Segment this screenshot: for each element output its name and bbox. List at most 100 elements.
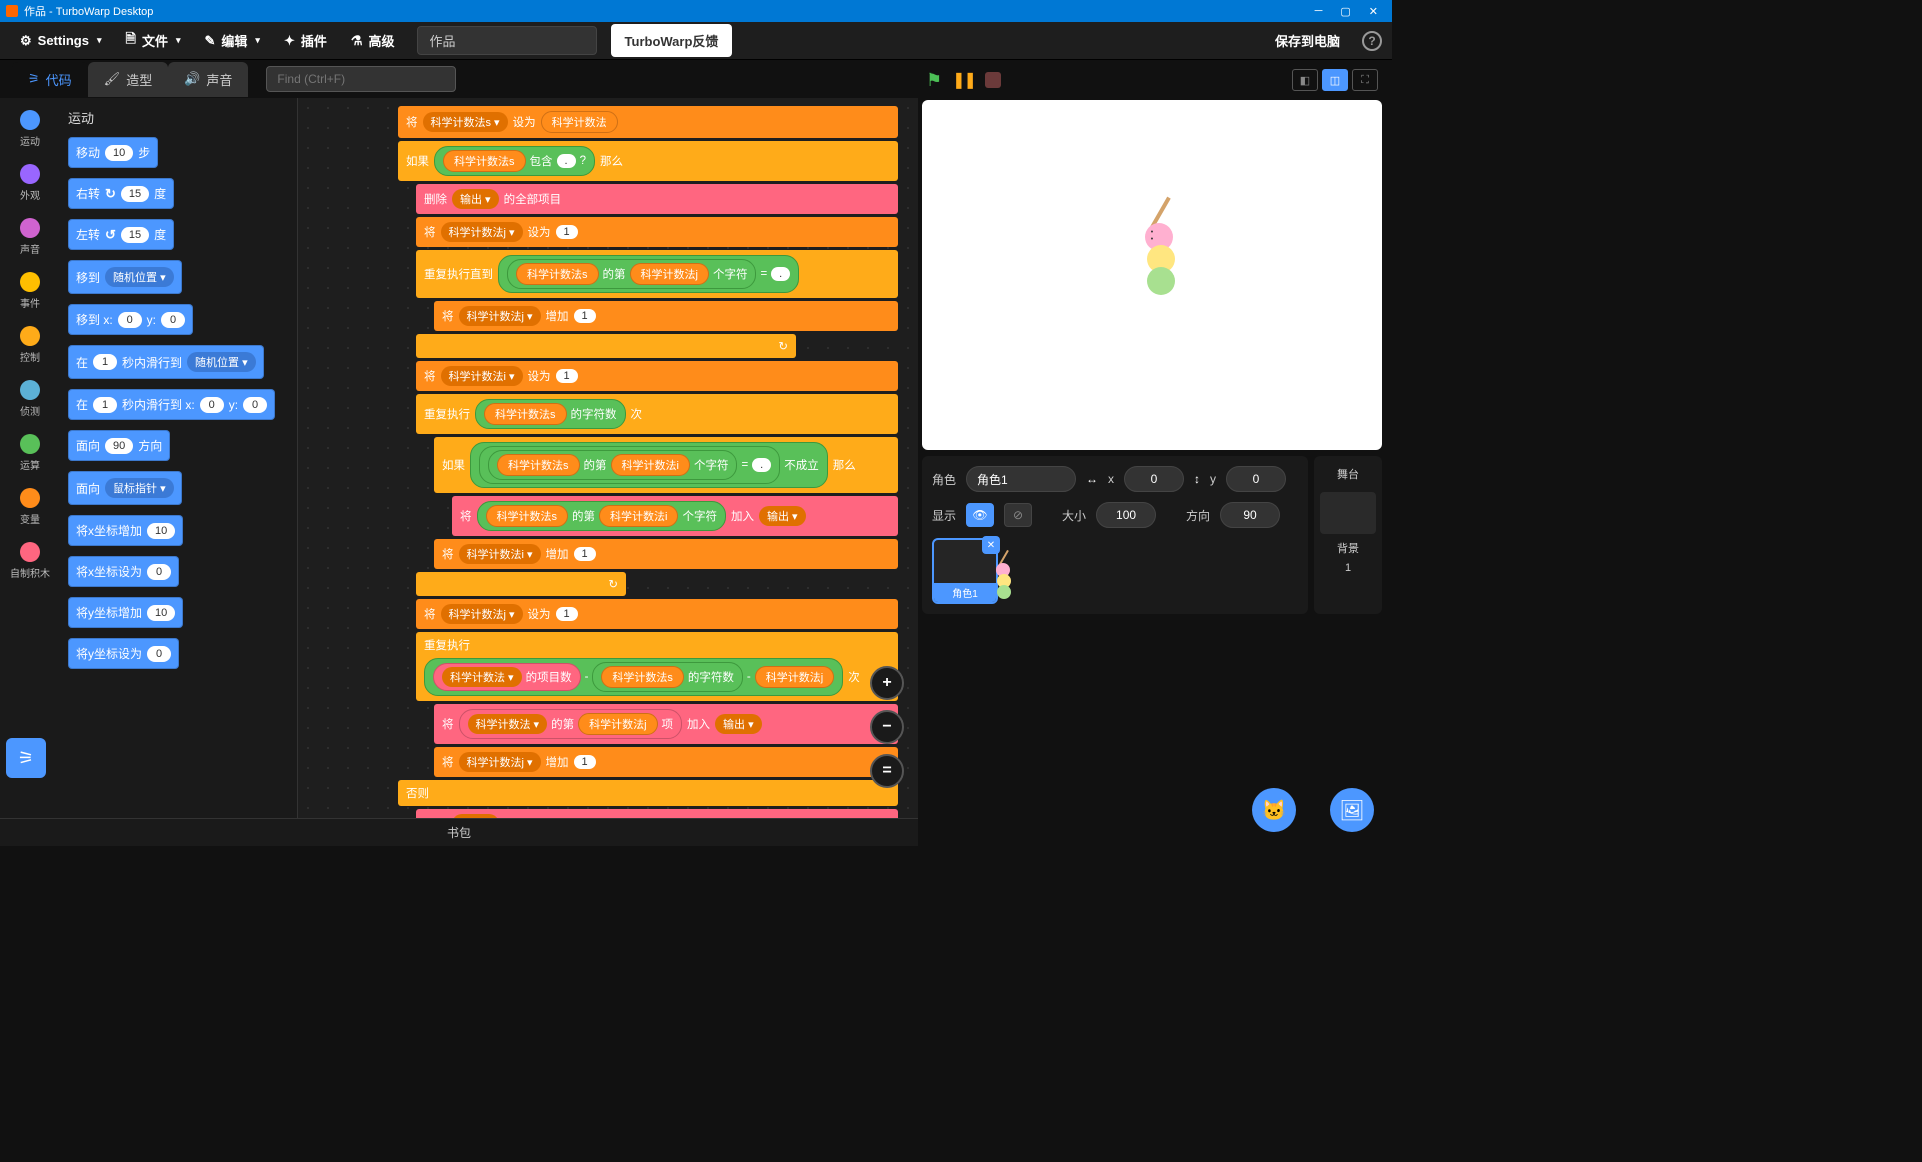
ws-block[interactable]: 删除输出 ▾的全部项目 — [416, 184, 898, 214]
sprite-y-input[interactable] — [1226, 466, 1286, 492]
ws-block[interactable]: 重复执行直到科学计数法s的第科学计数法j个字符=. — [416, 250, 898, 298]
category-list: 运动 外观 声音 事件 控制 侦测 运算 变量 自制积木 — [0, 98, 60, 818]
advanced-menu[interactable]: ⚗高级 — [341, 25, 405, 56]
block-point-dir[interactable]: 面向90方向 — [68, 430, 170, 461]
ws-block[interactable]: 重复执行科学计数法 ▾的项目数-科学计数法s的字符数-科学计数法j次 — [416, 632, 898, 701]
add-backdrop-button[interactable]: 🖼 — [1330, 788, 1374, 832]
edit-menu[interactable]: ✎编辑 — [194, 25, 269, 56]
ws-block[interactable]: 将科学计数法i ▾设为1 — [416, 361, 898, 391]
ws-block[interactable]: ↻ — [416, 572, 626, 596]
sprite-label: 角色 — [932, 471, 956, 488]
block-set-y[interactable]: 将y坐标设为0 — [68, 638, 179, 669]
fullscreen-button[interactable]: ⛶ — [1352, 69, 1378, 91]
settings-menu[interactable]: ⚙Settings — [10, 27, 111, 55]
brush-icon: 🖌 — [104, 71, 121, 87]
cat-control[interactable]: 控制 — [20, 326, 40, 364]
ws-block[interactable]: 将科学计数法j ▾设为1 — [416, 217, 898, 247]
sprite-thumbnail[interactable]: ✕ 角色1 — [932, 538, 998, 604]
backpack[interactable]: 书包 — [0, 818, 918, 846]
ws-block[interactable]: 重复执行科学计数法s的字符数次 — [416, 394, 898, 434]
stage-panel[interactable]: 舞台 背景 1 — [1314, 456, 1382, 614]
sprite-size-input[interactable] — [1096, 502, 1156, 528]
zoom-reset-button[interactable]: = — [870, 754, 904, 788]
cat-motion[interactable]: 运动 — [20, 110, 40, 148]
ws-block[interactable]: 如果科学计数法s包含.?那么 — [398, 141, 898, 181]
ws-block[interactable]: 将科学计数法j ▾设为1 — [416, 599, 898, 629]
block-point-towards[interactable]: 面向鼠标指针 ▾ — [68, 471, 182, 505]
pause-icon[interactable]: ❚❚ — [952, 70, 975, 90]
block-turn-right[interactable]: 右转↻15度 — [68, 178, 174, 209]
app-icon — [6, 5, 18, 17]
ccw-icon: ↺ — [105, 227, 116, 243]
cat-variables[interactable]: 变量 — [20, 488, 40, 526]
ws-block[interactable]: 将科学计数法i ▾增加1 — [434, 539, 898, 569]
show-button[interactable]: 👁 — [966, 503, 994, 527]
menubar: ⚙Settings 🗎文件 ✎编辑 ✦插件 ⚗高级 TurboWarp反馈 保存… — [0, 22, 1392, 60]
block-glide[interactable]: 在1秒内滑行到随机位置 ▾ — [68, 345, 264, 379]
sprite-dir-input[interactable] — [1220, 502, 1280, 528]
find-input[interactable] — [266, 66, 456, 92]
code-icon: ⚞ — [28, 71, 40, 87]
block-set-x[interactable]: 将x坐标设为0 — [68, 556, 179, 587]
ws-block[interactable]: 将科学计数法 ▾的第科学计数法j项加入输出 ▾ — [434, 704, 898, 744]
tab-costumes[interactable]: 🖌造型 — [88, 62, 169, 97]
delete-sprite-icon[interactable]: ✕ — [982, 536, 1000, 554]
sprite-x-input[interactable] — [1124, 466, 1184, 492]
project-name-input[interactable] — [417, 26, 597, 55]
xy-icon: ↔ — [1086, 472, 1098, 486]
ws-block[interactable]: 将科学计数法s的第科学计数法i个字符加入输出 ▾ — [452, 496, 898, 536]
block-change-x[interactable]: 将x坐标增加10 — [68, 515, 183, 546]
ws-block[interactable]: 如果科学计数法s的第科学计数法i个字符=.不成立那么 — [434, 437, 898, 493]
block-glide-xy[interactable]: 在1秒内滑行到 x:0y:0 — [68, 389, 275, 420]
tab-code[interactable]: ⚞代码 — [12, 62, 88, 97]
cat-myblocks[interactable]: 自制积木 — [10, 542, 50, 580]
layout-large-button[interactable]: ◫ — [1322, 69, 1348, 91]
block-turn-left[interactable]: 左转↺15度 — [68, 219, 174, 250]
add-sprite-button[interactable]: 🐱 — [1252, 788, 1296, 832]
file-menu[interactable]: 🗎文件 — [115, 24, 190, 58]
minimize-icon[interactable]: ─ — [1315, 5, 1323, 18]
save-button[interactable]: 保存到电脑 — [1265, 25, 1350, 56]
workspace[interactable]: 将科学计数法s ▾设为科学计数法 如果科学计数法s包含.?那么 删除输出 ▾的全… — [298, 98, 918, 818]
settings-icon: ⚙ — [20, 33, 32, 49]
addons-menu[interactable]: ✦插件 — [274, 25, 337, 56]
edit-icon: ✎ — [204, 33, 215, 49]
block-goto[interactable]: 移到随机位置 ▾ — [68, 260, 182, 294]
ws-block[interactable]: 将科学计数法j ▾增加1 — [434, 301, 898, 331]
zoom-out-button[interactable]: − — [870, 710, 904, 744]
file-icon: 🗎 — [125, 30, 135, 52]
block-change-y[interactable]: 将y坐标增加10 — [68, 597, 183, 628]
puzzle-icon: ✦ — [284, 33, 295, 49]
cat-looks[interactable]: 外观 — [20, 164, 40, 202]
tab-sounds[interactable]: 🔊声音 — [168, 62, 248, 97]
cat-sound[interactable]: 声音 — [20, 218, 40, 256]
block-move-steps[interactable]: 移动10步 — [68, 137, 158, 168]
layout-small-button[interactable]: ◧ — [1292, 69, 1318, 91]
stage-thumbnail[interactable] — [1320, 492, 1376, 534]
green-flag-icon[interactable]: ⚑ — [926, 70, 942, 91]
cat-operators[interactable]: 运算 — [20, 434, 40, 472]
ws-block[interactable]: 将科学计数法s ▾设为科学计数法 — [398, 106, 898, 138]
sprite-info-panel: 角色 ↔ x ↕ y 显示 👁 ⊘ 大小 方向 — [922, 456, 1308, 614]
close-icon[interactable]: ✕ — [1369, 5, 1378, 18]
addon-button[interactable]: ⚞ — [6, 738, 46, 778]
ws-block[interactable]: ↻ — [416, 334, 796, 358]
ws-block[interactable]: 否则 — [398, 780, 898, 806]
editor-tabs: ⚞代码 🖌造型 🔊声音 — [0, 60, 918, 98]
cat-sensing[interactable]: 侦测 — [20, 380, 40, 418]
loop-icon: ↻ — [608, 577, 618, 591]
palette-title: 运动 — [68, 108, 289, 127]
stop-icon[interactable] — [985, 72, 1001, 88]
block-goto-xy[interactable]: 移到 x:0y:0 — [68, 304, 193, 335]
feedback-button[interactable]: TurboWarp反馈 — [611, 24, 733, 57]
ws-block[interactable]: 将科学计数法j ▾增加1 — [434, 747, 898, 777]
maximize-icon[interactable]: ▢ — [1340, 5, 1350, 18]
zoom-in-button[interactable]: + — [870, 666, 904, 700]
loop-icon: ↻ — [778, 339, 788, 353]
hide-button[interactable]: ⊘ — [1004, 503, 1032, 527]
help-icon[interactable]: ? — [1362, 31, 1382, 51]
stage[interactable]: • • — [922, 100, 1382, 450]
cat-events[interactable]: 事件 — [20, 272, 40, 310]
ws-block[interactable]: 删除输出 ▾的全部项目 — [416, 809, 898, 818]
sprite-name-input[interactable] — [966, 466, 1076, 492]
